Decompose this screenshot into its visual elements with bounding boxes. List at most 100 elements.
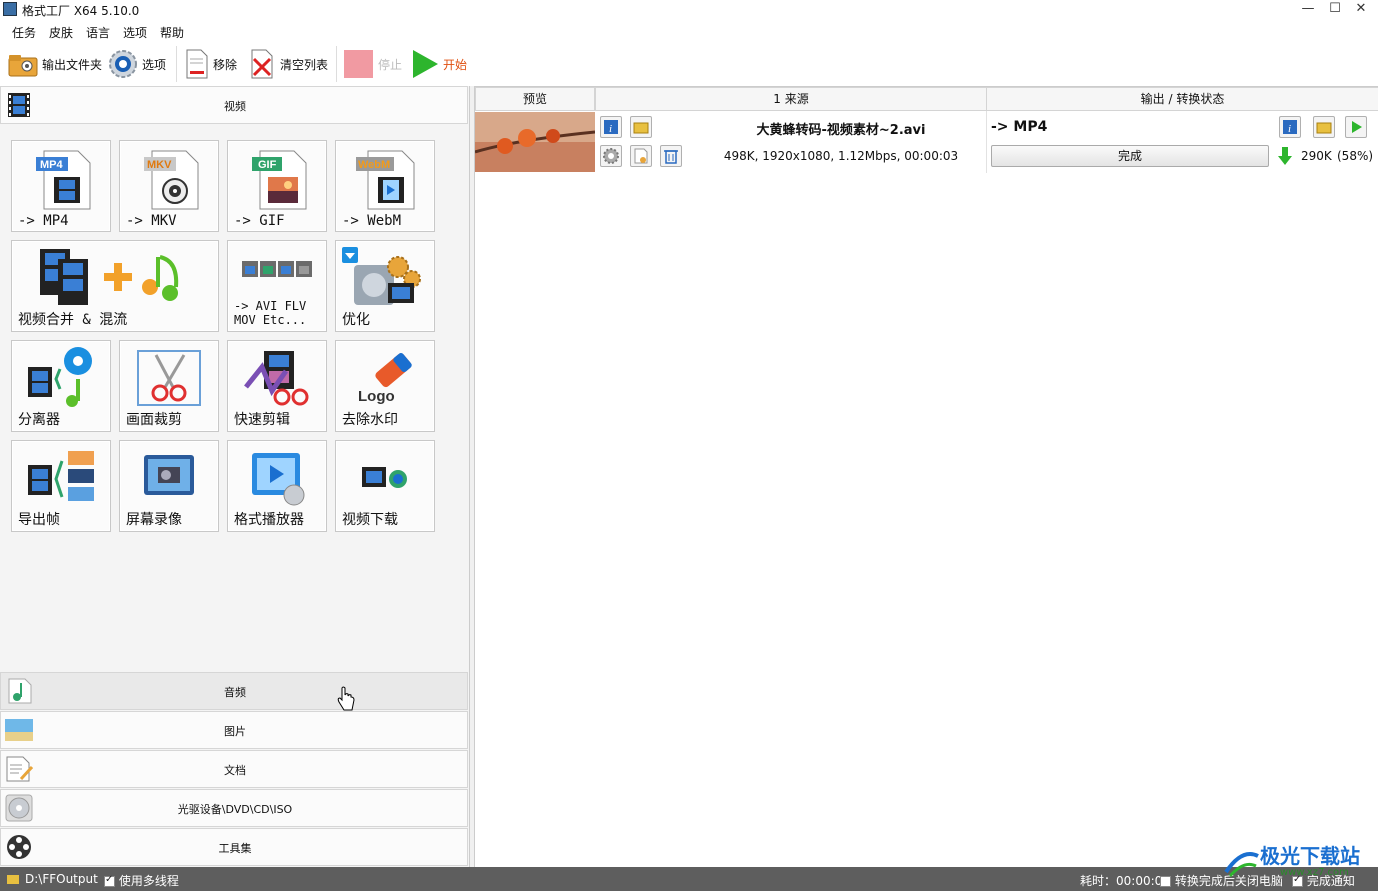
tile-quick-cut[interactable]: 快速剪辑	[227, 340, 327, 432]
output-info-button[interactable]: i	[1279, 116, 1301, 138]
tile-label: -> GIF	[234, 213, 285, 229]
folder-icon	[1316, 122, 1332, 134]
tile-to-avi-flv-mov[interactable]: -> AVI FLV MOV Etc...	[227, 240, 327, 332]
menu-help[interactable]: 帮助	[160, 24, 184, 41]
gif-file-icon: GIF	[252, 150, 307, 210]
menu-language[interactable]: 语言	[86, 24, 110, 41]
category-tools-label: 工具集	[218, 842, 252, 855]
output-folder-button[interactable]: 输出文件夹	[8, 48, 102, 80]
category-video-label: 视频	[224, 100, 246, 113]
tile-badge: WebM	[358, 159, 390, 171]
minimize-button[interactable]: —	[1293, 0, 1323, 20]
export-frames-icon	[28, 451, 94, 501]
source-info: 498K, 1920x1080, 1.12Mbps, 00:00:03	[723, 149, 959, 163]
category-tools[interactable]: 工具集	[0, 828, 468, 866]
tile-to-mkv[interactable]: MKV -> MKV	[119, 140, 219, 232]
source-clip-button[interactable]	[630, 145, 652, 167]
folder-icon	[7, 875, 19, 884]
category-audio[interactable]: 音频	[0, 672, 468, 710]
player-icon	[252, 453, 305, 506]
tile-splitter[interactable]: 分离器	[11, 340, 111, 432]
stop-icon	[344, 50, 373, 78]
play-icon	[1352, 121, 1362, 133]
site-watermark: 极光下载站 www.xz7.com	[1222, 840, 1372, 888]
tile-to-gif[interactable]: GIF -> GIF	[227, 140, 327, 232]
clear-list-button[interactable]: 清空列表	[250, 48, 328, 80]
gear-icon	[603, 148, 619, 164]
window-title: 格式工厂 X64 5.10.0	[22, 4, 140, 18]
column-output[interactable]: 输出 / 转换状态	[986, 87, 1378, 111]
category-disc[interactable]: 光驱设备\DVD\CD\ISO	[0, 789, 468, 827]
eraser-logo-icon: Logo	[358, 352, 412, 405]
tile-label: -> MP4	[18, 213, 69, 229]
menu-options[interactable]: 选项	[123, 24, 147, 41]
clear-list-icon	[251, 49, 273, 79]
source-info-button[interactable]: i	[600, 116, 622, 138]
document-remove-icon	[186, 49, 208, 79]
remove-button[interactable]: 移除	[185, 48, 237, 80]
tile-label: 快速剪辑	[234, 412, 290, 428]
toolbar: 输出文件夹 选项 移除 清空列表 停止 开始	[0, 42, 1378, 86]
tile-badge: MP4	[40, 159, 64, 171]
options-button[interactable]: 选项	[108, 48, 166, 80]
table-row[interactable]: i 大黄蜂转码-视频素材~2.avi 498K, 1920x1080, 1.12…	[475, 111, 1375, 173]
screen-record-icon	[144, 455, 194, 495]
category-image-label: 图片	[224, 725, 246, 738]
multithread-toggle[interactable]: 使用多线程	[104, 872, 179, 889]
play-icon	[413, 50, 438, 78]
output-size: 290K	[1301, 149, 1332, 163]
source-folder-button[interactable]	[630, 116, 652, 138]
tile-format-player[interactable]: 格式播放器	[227, 440, 327, 532]
tile-label: 优化	[342, 312, 370, 328]
svg-text:i: i	[609, 123, 612, 135]
tile-video-merge[interactable]: 视频合并 & 混流	[11, 240, 219, 332]
title-bar: 格式工厂 X64 5.10.0 — ☐ ✕	[0, 0, 1378, 20]
tile-remove-watermark[interactable]: Logo 去除水印	[335, 340, 435, 432]
menu-task[interactable]: 任务	[12, 24, 36, 41]
status-progress-bar: 完成	[991, 145, 1269, 167]
tile-label: 视频下载	[342, 512, 398, 528]
tile-label: 屏幕录像	[126, 512, 182, 528]
stop-button[interactable]: 停止	[344, 48, 402, 80]
source-settings-button[interactable]	[600, 145, 622, 167]
column-preview[interactable]: 预览	[475, 87, 595, 111]
elapsed-time: 耗时：00:00:00	[1080, 874, 1170, 888]
output-folder-button[interactable]	[1313, 116, 1335, 138]
tile-label: -> WebM	[342, 213, 402, 229]
tile-label: 格式播放器	[234, 512, 304, 528]
info-icon: i	[1283, 120, 1297, 135]
category-image[interactable]: 图片	[0, 711, 468, 749]
multithread-checkbox[interactable]	[104, 874, 115, 887]
category-panel: 视频 MP4 -> MP4 MKV -> MKV GIF -> GIF WebM…	[0, 86, 470, 867]
logo-art-text: Logo	[358, 388, 395, 405]
tile-label: -> MKV	[126, 213, 177, 229]
tile-export-frames[interactable]: 导出帧	[11, 440, 111, 532]
after-done-checkbox[interactable]	[1160, 876, 1171, 887]
tile-to-webm[interactable]: WebM -> WebM	[335, 140, 435, 232]
output-folder-label: 输出文件夹	[42, 57, 103, 72]
optimize-icon	[342, 247, 421, 305]
clear-list-label: 清空列表	[280, 57, 329, 72]
tile-video-download[interactable]: 视频下载	[335, 440, 435, 532]
source-delete-button[interactable]	[660, 145, 682, 167]
tile-to-mp4[interactable]: MP4 -> MP4	[11, 140, 111, 232]
tile-optimize[interactable]: 优化	[335, 240, 435, 332]
output-play-button[interactable]	[1345, 116, 1367, 138]
column-source[interactable]: 1 来源	[595, 87, 987, 111]
output-path[interactable]: D:\FFOutput	[25, 872, 98, 886]
task-list-panel: 预览 1 来源 输出 / 转换状态 i 大黄蜂转码-视频素材~2.avi 498…	[474, 86, 1378, 867]
category-video[interactable]: 视频	[0, 86, 468, 124]
svg-text:i: i	[1288, 123, 1291, 135]
arrow-down-icon	[1278, 147, 1292, 165]
watermark-brand: 极光下载站	[1260, 846, 1360, 868]
folder-icon	[8, 55, 38, 77]
tile-screen-record[interactable]: 屏幕录像	[119, 440, 219, 532]
menu-skin[interactable]: 皮肤	[49, 24, 73, 41]
menu-bar: 任务 皮肤 语言 选项 帮助	[0, 20, 1378, 42]
mkv-file-icon: MKV	[144, 150, 199, 210]
tile-crop[interactable]: 画面裁剪	[119, 340, 219, 432]
start-button[interactable]: 开始	[411, 48, 467, 80]
close-button[interactable]: ✕	[1346, 0, 1376, 20]
category-document[interactable]: 文档	[0, 750, 468, 788]
output-cell: -> MP4 i 完成 290K (58%)	[986, 111, 1375, 173]
